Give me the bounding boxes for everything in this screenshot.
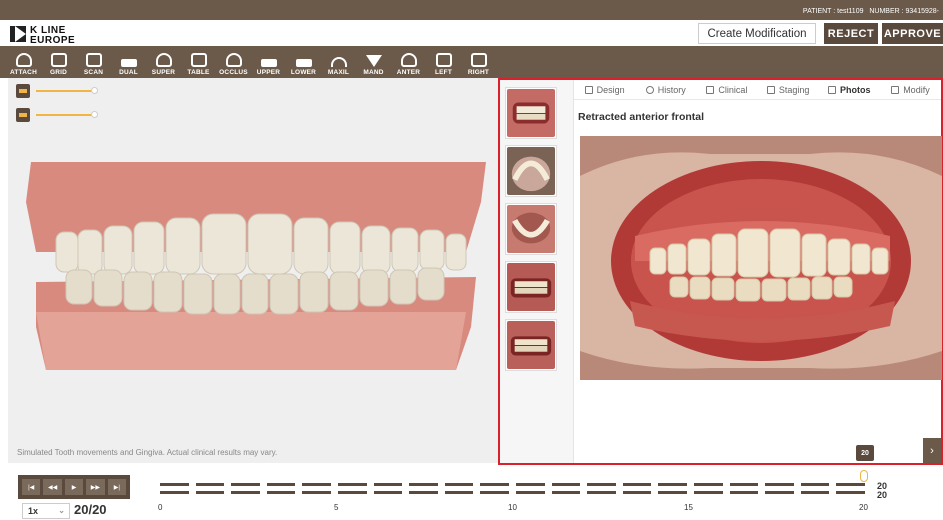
tool-super[interactable]: SUPER — [146, 46, 181, 78]
thumbnail-frontal[interactable] — [505, 87, 557, 139]
tool-anter[interactable]: ANTER — [391, 46, 426, 78]
upper-stage-track — [160, 483, 865, 486]
right-view-icon — [470, 53, 487, 67]
first-step-button[interactable]: |◀ — [22, 479, 41, 495]
upper-opacity-slider[interactable] — [16, 84, 101, 98]
upper-arch-icon — [16, 84, 30, 98]
timeline-tick: 20 — [859, 503, 868, 512]
slider-track — [36, 114, 94, 116]
top-bar: PATIENT : test1109 NUMBER : 93415928- — [0, 0, 943, 20]
tab-design[interactable]: Design — [574, 80, 635, 99]
lower-jaw-icon — [295, 59, 312, 67]
approve-button[interactable]: APPROVE — [882, 23, 943, 44]
photo-thumbnail-list — [500, 80, 574, 463]
super-icon — [155, 53, 172, 67]
playback-controls: |◀ ◀◀ ▶ ▶▶ ▶| — [18, 475, 130, 499]
tool-grid[interactable]: GRID — [41, 46, 76, 78]
lower-opacity-slider[interactable] — [16, 108, 101, 122]
clinical-icon — [706, 85, 715, 94]
scan-icon — [85, 53, 102, 67]
anterior-icon — [400, 53, 417, 67]
thumbnail-left-buccal[interactable] — [505, 319, 557, 371]
tool-maxil[interactable]: MAXIL — [321, 46, 356, 78]
dual-icon — [120, 59, 137, 67]
timeline-tick: 5 — [334, 503, 339, 512]
tab-clinical[interactable]: Clinical — [696, 80, 757, 99]
patient-info: PATIENT : test1109 NUMBER : 93415928- — [803, 8, 939, 15]
next-step-button[interactable]: ▶▶ — [86, 479, 105, 495]
tab-staging[interactable]: Staging — [758, 80, 819, 99]
lower-stage-track — [160, 491, 865, 494]
reject-button[interactable]: REJECT — [824, 23, 878, 44]
number-label: NUMBER : 93415928- — [869, 8, 939, 15]
tool-upper[interactable]: UPPER — [251, 46, 286, 78]
next-photo-button[interactable]: › — [923, 438, 941, 463]
thumbnail-upper-occlusal[interactable] — [505, 145, 557, 197]
attach-icon — [15, 53, 32, 67]
mandibular-icon — [365, 55, 382, 67]
stage-timeline[interactable] — [160, 479, 865, 499]
logo-line2: EUROPE — [30, 35, 76, 46]
playback-bar: |◀ ◀◀ ▶ ▶▶ ▶| 1x ⌄ 20/20 20 20 0 5 10 15… — [0, 465, 943, 520]
panel-tabs: Design History Clinical Staging Photos M… — [574, 80, 941, 100]
photo-panel: Design History Clinical Staging Photos M… — [498, 78, 943, 465]
view-toolbar: ATTACH GRID SCAN DUAL SUPER TABLE OCCLUS… — [0, 46, 943, 78]
photo-title: Retracted anterior frontal — [578, 111, 705, 123]
timeline-tick: 15 — [684, 503, 693, 512]
disclaimer-text: Simulated Tooth movements and Gingiva. A… — [17, 448, 278, 457]
slider-handle[interactable] — [91, 87, 98, 94]
thumbnail-right-buccal[interactable] — [505, 261, 557, 313]
tab-modify[interactable]: Modify — [880, 80, 941, 99]
tool-dual[interactable]: DUAL — [111, 46, 146, 78]
tool-attach[interactable]: ATTACH — [6, 46, 41, 78]
design-icon — [584, 85, 593, 94]
k-line-europe-logo: K LINE EUROPE — [10, 24, 100, 46]
patient-label: PATIENT : test1109 — [802, 8, 864, 15]
timeline-tick: 10 — [508, 503, 517, 512]
thumbnail-lower-occlusal[interactable] — [505, 203, 557, 255]
upper-jaw-icon — [260, 59, 277, 67]
tool-left[interactable]: LEFT — [426, 46, 461, 78]
staging-icon — [766, 85, 775, 94]
timeline-tick: 0 — [158, 503, 163, 512]
tool-mand[interactable]: MAND — [356, 46, 391, 78]
tool-scan[interactable]: SCAN — [76, 46, 111, 78]
table-icon — [190, 53, 207, 67]
header: K LINE EUROPE Create Modification REJECT… — [0, 20, 943, 46]
tab-history[interactable]: History — [635, 80, 696, 99]
speed-value: 1x — [28, 506, 39, 516]
3d-viewer[interactable]: Simulated Tooth movements and Gingiva. A… — [8, 78, 498, 463]
lower-stage-total: 20 — [877, 490, 888, 500]
tool-right[interactable]: RIGHT — [461, 46, 496, 78]
tool-lower[interactable]: LOWER — [286, 46, 321, 78]
grid-icon — [50, 53, 67, 67]
intraoral-photo — [580, 136, 942, 380]
last-step-button[interactable]: ▶| — [107, 479, 127, 495]
dental-3d-model[interactable] — [26, 162, 486, 372]
slider-track — [36, 90, 94, 92]
play-button[interactable]: ▶ — [64, 479, 84, 495]
timeline-handle[interactable] — [860, 470, 868, 482]
history-icon — [645, 85, 654, 94]
logo-mark-icon — [10, 26, 26, 42]
lower-arch-icon — [16, 108, 30, 122]
chevron-right-icon: › — [930, 444, 934, 457]
chevron-down-icon: ⌄ — [58, 506, 65, 515]
slider-handle[interactable] — [91, 111, 98, 118]
create-modification-button[interactable]: Create Modification — [698, 23, 816, 44]
tab-photos[interactable]: Photos — [819, 80, 880, 99]
occlusion-icon — [225, 53, 242, 67]
speed-select[interactable]: 1x ⌄ — [22, 503, 70, 519]
prev-step-button[interactable]: ◀◀ — [43, 479, 62, 495]
stage-badge: 20 — [856, 445, 874, 461]
photos-icon — [828, 85, 837, 94]
maxillary-icon — [330, 57, 347, 67]
left-view-icon — [435, 53, 452, 67]
modify-icon — [891, 85, 900, 94]
tool-table[interactable]: TABLE — [181, 46, 216, 78]
step-counter: 20/20 — [74, 502, 107, 517]
tool-occlus[interactable]: OCCLUS — [216, 46, 251, 78]
